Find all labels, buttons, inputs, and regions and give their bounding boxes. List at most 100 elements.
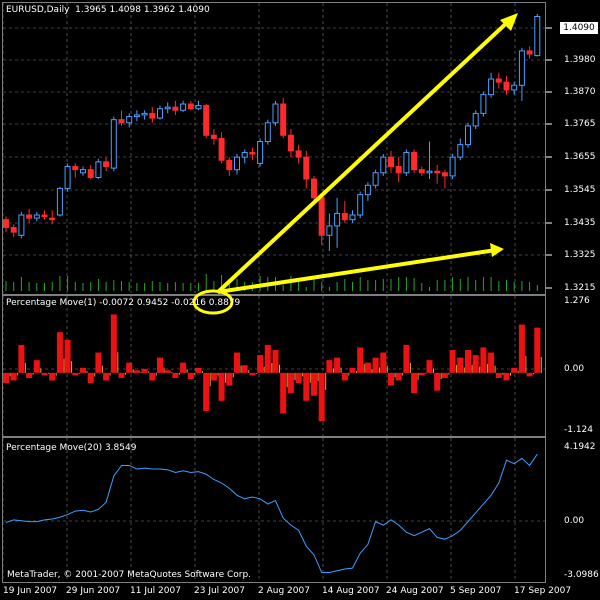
candle-body — [264, 122, 271, 143]
date-axis-label: 14 Aug 2007 — [322, 586, 380, 596]
pm1-bar — [249, 372, 256, 376]
pm1-bar — [526, 372, 533, 377]
pm1-bar — [534, 327, 541, 373]
candle-body — [133, 114, 140, 118]
candle-body — [64, 166, 71, 189]
candle-body — [534, 16, 541, 57]
pm1-bar — [257, 355, 264, 373]
candle-body — [41, 214, 48, 218]
price-axis-label: 1.3655 — [564, 152, 596, 162]
candle-body — [480, 94, 487, 114]
pm1-bar — [341, 372, 348, 381]
pm1-bar — [503, 372, 510, 381]
pm1-bar — [218, 372, 225, 401]
candle-body — [3, 219, 9, 228]
candle-body — [187, 103, 194, 110]
pm1-bar — [80, 367, 86, 373]
pm1-bar — [434, 372, 441, 391]
pm1-bar — [133, 370, 140, 373]
copyright-notice: MetaTrader, © 2001-2007 MetaQuotes Softw… — [7, 570, 252, 580]
pm1-bar — [480, 347, 487, 373]
candle-body — [426, 170, 433, 174]
candle-body — [457, 144, 464, 158]
pm1-bar — [157, 357, 163, 373]
pm1-bar — [395, 372, 402, 381]
pm1-bar — [118, 372, 125, 378]
candle-body — [434, 170, 441, 174]
pm20-axis-label: 0.00 — [564, 516, 585, 526]
pm1-bar — [110, 314, 117, 373]
date-axis-label: 23 Jul 2007 — [194, 586, 245, 596]
pm1-bar — [41, 372, 48, 376]
candle-body — [364, 184, 371, 196]
pm1-bar — [64, 339, 71, 373]
candle-body — [472, 112, 479, 127]
symbol-header: EURUSD,Daily 1.3965 1.4098 1.3962 1.4090 — [6, 5, 210, 15]
pm1-bar — [164, 370, 171, 373]
candle-body — [226, 159, 233, 171]
pm1-bar — [411, 372, 418, 394]
candle-body — [141, 112, 148, 116]
candle-body — [10, 226, 17, 233]
pm1-bar — [303, 372, 310, 401]
candle-body — [218, 137, 225, 161]
pm1-bar — [326, 360, 333, 373]
pm1-bar — [195, 367, 202, 373]
pm1-bar — [18, 344, 25, 373]
candle-body — [280, 103, 287, 136]
candle-body — [26, 214, 33, 219]
pm1-bar — [295, 372, 302, 384]
annotation-arrow-flat — [217, 248, 497, 294]
pm1-bar — [264, 344, 271, 373]
candle-body — [241, 151, 248, 158]
pm1-bar — [72, 372, 79, 376]
candle-body — [49, 217, 56, 221]
candle-body — [56, 187, 63, 216]
candle-body — [287, 134, 294, 152]
pm1-bar — [311, 372, 317, 396]
candle-body — [180, 103, 187, 111]
pm20-axis-label: -3.0986 — [564, 570, 599, 580]
pm1-bar — [518, 324, 525, 373]
pm1-bar — [449, 349, 456, 373]
candle-body — [87, 169, 94, 178]
pm1-bar — [280, 372, 287, 414]
pm1-bar — [10, 372, 17, 381]
pm1-bar — [149, 372, 156, 381]
candle-body — [33, 214, 40, 219]
metatrader-chart-window[interactable]: EURUSD,Daily 1.3965 1.4098 1.3962 1.4090… — [0, 0, 600, 600]
pm1-bar — [226, 372, 233, 386]
candle-body — [195, 105, 202, 110]
pm1-bar — [87, 372, 94, 384]
candle-body — [334, 212, 341, 227]
pm1-bar — [349, 367, 356, 373]
pm1-bar — [418, 372, 425, 376]
candle-body — [518, 50, 525, 86]
pm1-bar — [56, 332, 63, 373]
date-axis-label: 11 Jul 2007 — [130, 586, 181, 596]
pm1-bar — [495, 372, 502, 378]
last-price-tag: 1.4090 — [560, 22, 598, 34]
pm1-bar — [318, 372, 325, 422]
candle-body — [272, 103, 279, 124]
price-axis-label: 1.3980 — [564, 55, 596, 65]
candle-body — [411, 151, 418, 171]
pm1-bar — [103, 372, 110, 381]
candle-body — [311, 178, 317, 199]
pm1-bar — [334, 357, 341, 373]
candle-body — [126, 116, 133, 124]
pm1-bar — [488, 352, 495, 373]
pm1-bar — [241, 365, 248, 373]
pm1-bar — [441, 372, 448, 378]
pm1-bar — [141, 368, 148, 373]
pm1-bar — [180, 362, 187, 373]
candle-body — [380, 156, 387, 174]
candle-body — [303, 156, 310, 180]
pm1-bar — [511, 367, 518, 373]
candle-body — [318, 197, 325, 236]
candle-body — [326, 225, 333, 236]
candle-body — [118, 119, 125, 124]
candle-body — [295, 150, 302, 158]
candle-body — [495, 78, 502, 83]
pm1-bar — [210, 372, 217, 381]
